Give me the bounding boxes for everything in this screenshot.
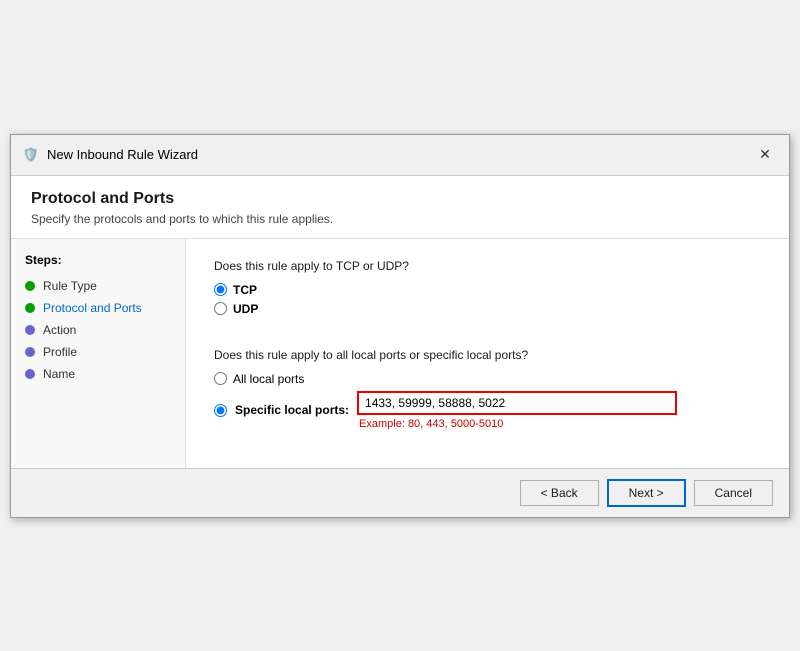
tcp-udp-question: Does this rule apply to TCP or UDP? xyxy=(214,259,761,273)
sidebar-item-label: Rule Type xyxy=(43,279,97,293)
all-ports-radio[interactable] xyxy=(214,372,227,385)
udp-label[interactable]: UDP xyxy=(233,302,258,316)
specific-ports-row: Specific local ports: Example: 80, 443, … xyxy=(214,391,761,430)
tcp-row: TCP xyxy=(214,283,761,297)
ports-question: Does this rule apply to all local ports … xyxy=(214,348,761,362)
content-area: Steps: Rule Type Protocol and Ports Acti… xyxy=(11,239,789,468)
udp-row: UDP xyxy=(214,302,761,316)
back-button[interactable]: < Back xyxy=(520,480,599,506)
spacer xyxy=(214,334,761,348)
sidebar-item-protocol-ports[interactable]: Protocol and Ports xyxy=(11,297,185,319)
cancel-button[interactable]: Cancel xyxy=(694,480,773,506)
tcp-label[interactable]: TCP xyxy=(233,283,257,297)
next-button[interactable]: Next > xyxy=(607,479,686,507)
wizard-icon: 🛡️ xyxy=(23,147,39,163)
specific-ports-radio[interactable] xyxy=(214,404,227,417)
sidebar-item-label: Protocol and Ports xyxy=(43,301,142,315)
all-ports-label[interactable]: All local ports xyxy=(233,372,304,386)
sidebar-item-rule-type[interactable]: Rule Type xyxy=(11,275,185,297)
footer: < Back Next > Cancel xyxy=(11,468,789,517)
sidebar-item-profile[interactable]: Profile xyxy=(11,341,185,363)
dialog-title: New Inbound Rule Wizard xyxy=(47,147,198,162)
step-indicator-profile xyxy=(25,347,35,357)
step-indicator-protocol-ports xyxy=(25,303,35,313)
sidebar: Steps: Rule Type Protocol and Ports Acti… xyxy=(11,239,186,468)
sidebar-item-name[interactable]: Name xyxy=(11,363,185,385)
specific-ports-label[interactable]: Specific local ports: xyxy=(235,403,349,417)
ports-example: Example: 80, 443, 5000-5010 xyxy=(357,418,677,430)
dialog-window: 🛡️ New Inbound Rule Wizard ✕ Protocol an… xyxy=(10,134,790,518)
sidebar-item-label: Action xyxy=(43,323,76,337)
step-indicator-action xyxy=(25,325,35,335)
title-bar-left: 🛡️ New Inbound Rule Wizard xyxy=(23,147,198,163)
sidebar-item-label: Profile xyxy=(43,345,77,359)
ports-group: All local ports Specific local ports: Ex… xyxy=(214,372,761,430)
all-ports-row: All local ports xyxy=(214,372,761,386)
tcp-radio[interactable] xyxy=(214,283,227,296)
title-bar: 🛡️ New Inbound Rule Wizard ✕ xyxy=(11,135,789,176)
tcp-udp-group: TCP UDP xyxy=(214,283,761,316)
sidebar-item-action[interactable]: Action xyxy=(11,319,185,341)
specific-ports-input[interactable] xyxy=(357,391,677,415)
udp-radio[interactable] xyxy=(214,302,227,315)
ports-input-wrapper: Example: 80, 443, 5000-5010 xyxy=(357,391,677,430)
main-content: Does this rule apply to TCP or UDP? TCP … xyxy=(186,239,789,468)
sidebar-item-label: Name xyxy=(43,367,75,381)
step-indicator-name xyxy=(25,369,35,379)
steps-label: Steps: xyxy=(11,253,185,275)
page-subtitle: Specify the protocols and ports to which… xyxy=(31,212,769,226)
step-indicator-rule-type xyxy=(25,281,35,291)
header-section: Protocol and Ports Specify the protocols… xyxy=(11,176,789,239)
page-title: Protocol and Ports xyxy=(31,190,769,208)
close-button[interactable]: ✕ xyxy=(753,143,777,167)
